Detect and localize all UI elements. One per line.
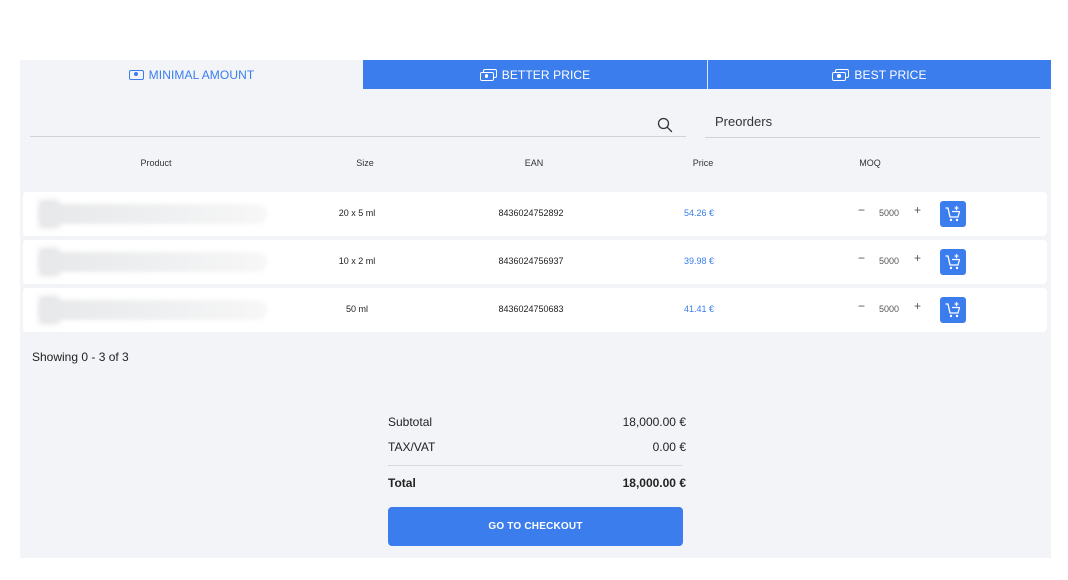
go-to-checkout-button[interactable]: GO TO CHECKOUT [388,507,683,546]
quantity-value[interactable]: 5000 [879,304,899,314]
add-to-cart-button[interactable] [940,249,966,275]
add-to-cart-icon [945,254,961,270]
preorders-label: Preorders [715,114,773,129]
quantity-value[interactable]: 5000 [879,256,899,266]
price-cell: 41.41 € [683,304,715,314]
subtotal-label: Subtotal [388,415,433,429]
money-stack-icon [832,68,850,81]
price-cell: 39.98 € [683,256,715,266]
search-bar: Preorders [30,100,1040,138]
decrease-quantity-button[interactable]: − [858,299,865,313]
table-row: 20 x 5 ml 8436024752892 54.26 € − 5000 + [23,192,1047,236]
column-header-moq: MOQ [859,158,881,168]
decrease-quantity-button[interactable]: − [858,203,865,217]
tab-label: BEST PRICE [854,67,927,82]
size-cell: 10 x 2 ml [338,256,376,266]
column-header-price: Price [692,158,714,168]
size-cell: 50 ml [345,304,369,314]
increase-quantity-button[interactable]: + [914,251,921,265]
column-header-size: Size [356,158,374,168]
column-header-product: Product [140,158,172,168]
tab-better-price[interactable]: BETTER PRICE [363,60,708,89]
table-row: 10 x 2 ml 8436024756937 39.98 € − 5000 + [23,240,1047,284]
product-name-redacted [39,204,267,224]
subtotal-value: 18,000.00 € [622,415,686,429]
summary-divider [388,465,682,466]
decrease-quantity-button[interactable]: − [858,251,865,265]
money-icon [128,69,144,80]
preorders-select[interactable]: Preorders [705,110,1040,138]
total-label: Total [388,476,416,490]
search-input[interactable] [30,136,686,137]
tax-value: 0.00 € [652,440,686,454]
price-cell: 54.26 € [683,208,715,218]
ean-cell: 8436024750683 [498,304,564,314]
add-to-cart-icon [945,302,961,318]
total-value: 18,000.00 € [622,476,686,490]
size-cell: 20 x 5 ml [338,208,376,218]
add-to-cart-button[interactable] [940,297,966,323]
money-stack-icon [479,68,497,81]
add-to-cart-icon [945,206,961,222]
product-name-redacted [39,300,267,320]
tab-label: BETTER PRICE [501,67,591,82]
tab-minimal-amount[interactable]: MINIMAL AMOUNT [20,60,363,89]
tax-label: TAX/VAT [388,440,436,454]
ean-cell: 8436024752892 [498,208,564,218]
increase-quantity-button[interactable]: + [914,299,921,313]
tab-best-price[interactable]: BEST PRICE [708,60,1051,89]
quantity-value[interactable]: 5000 [879,208,899,218]
order-panel: MINIMAL AMOUNT BETTER PRICE BEST PRICE P… [20,60,1051,558]
price-tabs: MINIMAL AMOUNT BETTER PRICE BEST PRICE [20,60,1051,89]
pagination-info: Showing 0 - 3 of 3 [32,350,129,364]
table-row: 50 ml 8436024750683 41.41 € − 5000 + [23,288,1047,332]
add-to-cart-button[interactable] [940,201,966,227]
product-name-redacted [39,252,267,272]
increase-quantity-button[interactable]: + [914,203,921,217]
tab-label: MINIMAL AMOUNT [148,67,255,82]
search-icon[interactable] [657,117,673,133]
column-header-ean: EAN [524,158,544,168]
ean-cell: 8436024756937 [498,256,564,266]
